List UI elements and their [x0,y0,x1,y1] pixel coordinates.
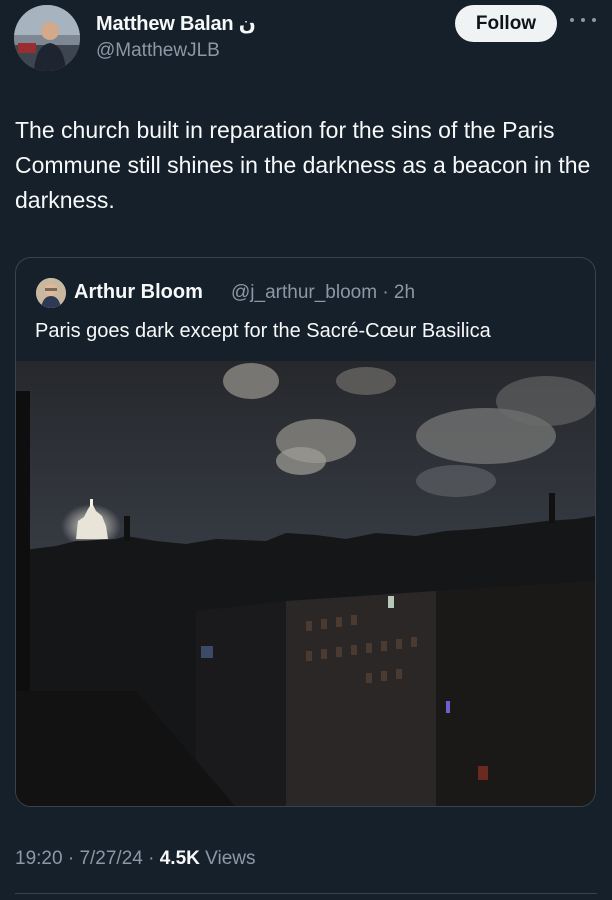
quoted-meta: @j_arthur_bloom · 2h [231,282,415,304]
quoted-tweet-card[interactable]: Arthur Bloom @j_arthur_bloom · 2h Paris … [15,257,596,807]
views-label: Views [205,848,256,869]
meta-separator: · [148,848,155,869]
tweet-meta: 19:20 · 7/27/24 · 4.5K Views [15,848,256,870]
quoted-author-avatar[interactable] [36,278,66,308]
divider [15,893,597,894]
quoted-time[interactable]: 2h [394,282,415,303]
follow-button[interactable]: Follow [455,5,557,42]
tweet-time[interactable]: 19:20 [15,848,63,869]
views-count[interactable]: 4.5K [160,848,200,869]
quoted-text: Paris goes dark except for the Sacré-Cœu… [35,320,491,342]
more-dot [581,18,585,22]
quoted-author-handle[interactable]: @j_arthur_bloom [231,282,377,303]
quoted-author-name[interactable]: Arthur Bloom [74,281,203,304]
quoted-photo[interactable] [16,361,595,806]
author-avatar[interactable] [14,5,80,71]
tweet-date[interactable]: 7/27/24 [79,848,142,869]
more-horizontal-icon[interactable] [570,10,596,30]
meta-separator: · [67,848,75,869]
author-display-name[interactable]: Matthew Balan ن [96,11,256,36]
more-dot [592,18,596,22]
author-handle[interactable]: @MatthewJLB [96,40,220,62]
tweet-text: The church built in reparation for the s… [15,117,591,213]
more-dot [570,18,574,22]
meta-separator: · [382,282,389,303]
